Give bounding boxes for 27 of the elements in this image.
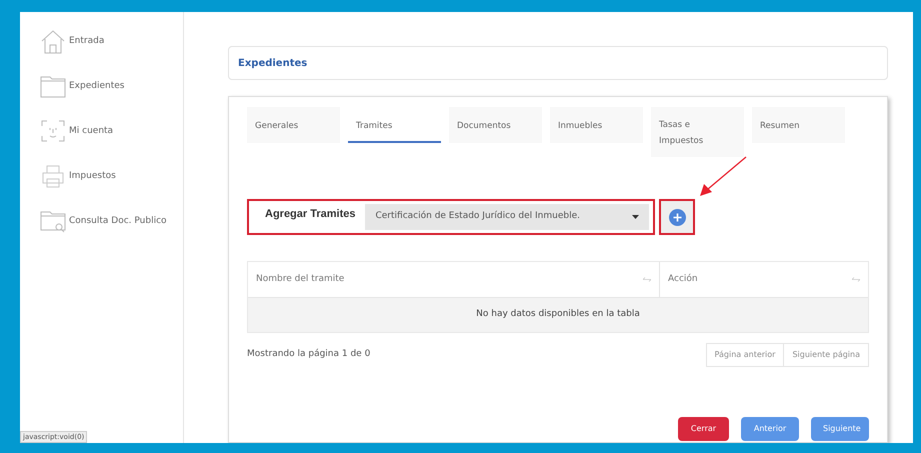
- column-header: Acción: [668, 272, 698, 286]
- sidebar-item[interactable]: Entrada: [69, 34, 104, 48]
- add-icon[interactable]: [668, 208, 686, 226]
- add-label: Agregar Tramites: [265, 207, 356, 222]
- caret-icon: [632, 215, 639, 219]
- sort-icon[interactable]: [643, 277, 651, 282]
- tab[interactable]: Tasas e Impuestos: [651, 107, 744, 157]
- tramite-select[interactable]: Certificación de Estado Jurídico del Inmueble.: [365, 204, 649, 230]
- sidebar-item[interactable]: Mi cuenta: [69, 124, 114, 138]
- printer-icon: [40, 163, 66, 190]
- sidebar-item[interactable]: Expedientes: [69, 80, 124, 94]
- sidebar-item[interactable]: Consulta Doc. Publico: [69, 214, 167, 228]
- tab[interactable]: Generales: [247, 107, 340, 143]
- sort-icon[interactable]: [852, 277, 860, 282]
- page-info: Mostrando la página 1 de 0: [247, 348, 370, 362]
- column-header: Nombre del tramite: [256, 272, 344, 286]
- sidebar-item[interactable]: Impuestos: [69, 170, 116, 184]
- tab[interactable]: Resumen: [752, 107, 845, 143]
- close-button[interactable]: Cerrar: [678, 417, 729, 441]
- nav-button[interactable]: Anterior: [741, 417, 799, 441]
- nav-button[interactable]: Siguiente: [811, 417, 869, 441]
- empty-message: No hay datos disponibles en la tabla: [248, 298, 868, 332]
- breadcrumb-bar: Expedientes: [228, 46, 888, 80]
- annotation-arrow: [698, 156, 748, 198]
- tab[interactable]: Inmuebles: [550, 107, 643, 143]
- house-icon: [40, 28, 66, 55]
- tab[interactable]: Documentos: [449, 107, 542, 143]
